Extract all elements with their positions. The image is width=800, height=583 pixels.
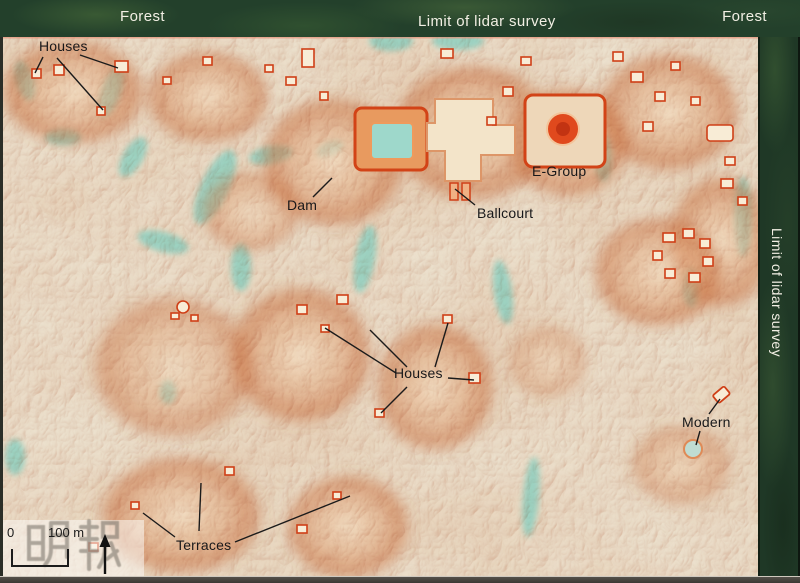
label-dam: Dam bbox=[287, 198, 317, 213]
left-frame-edge bbox=[0, 0, 3, 583]
bottom-frame-edge bbox=[0, 576, 800, 583]
lidar-survey-figure: Forest Limit of lidar survey Forest Limi… bbox=[0, 0, 800, 583]
label-houses-nw: Houses bbox=[39, 39, 88, 54]
label-e-group: E-Group bbox=[532, 164, 586, 179]
north-arrow-icon bbox=[97, 532, 113, 578]
lidar-limit-label-top: Limit of lidar survey bbox=[418, 13, 556, 30]
scale-zero-label: 0 bbox=[7, 525, 14, 540]
scale-bar-icon bbox=[9, 543, 71, 569]
label-houses-center: Houses bbox=[394, 366, 443, 381]
forest-label-left: Forest bbox=[120, 8, 165, 25]
label-ballcourt: Ballcourt bbox=[477, 206, 533, 221]
map-top-hairline bbox=[3, 37, 758, 39]
forest-border-right: Limit of lidar survey bbox=[758, 0, 800, 583]
forest-border-top: Forest Limit of lidar survey Forest bbox=[0, 0, 800, 37]
label-modern: Modern bbox=[682, 415, 731, 430]
label-terraces: Terraces bbox=[176, 538, 231, 553]
forest-label-right: Forest bbox=[722, 8, 767, 25]
lidar-map: Houses Dam Ballcourt E-Group Houses Mode… bbox=[3, 37, 758, 576]
terrain-relief bbox=[3, 37, 758, 576]
lidar-limit-label-right: Limit of lidar survey bbox=[769, 228, 785, 357]
scale-distance-label: 100 m bbox=[48, 525, 84, 540]
